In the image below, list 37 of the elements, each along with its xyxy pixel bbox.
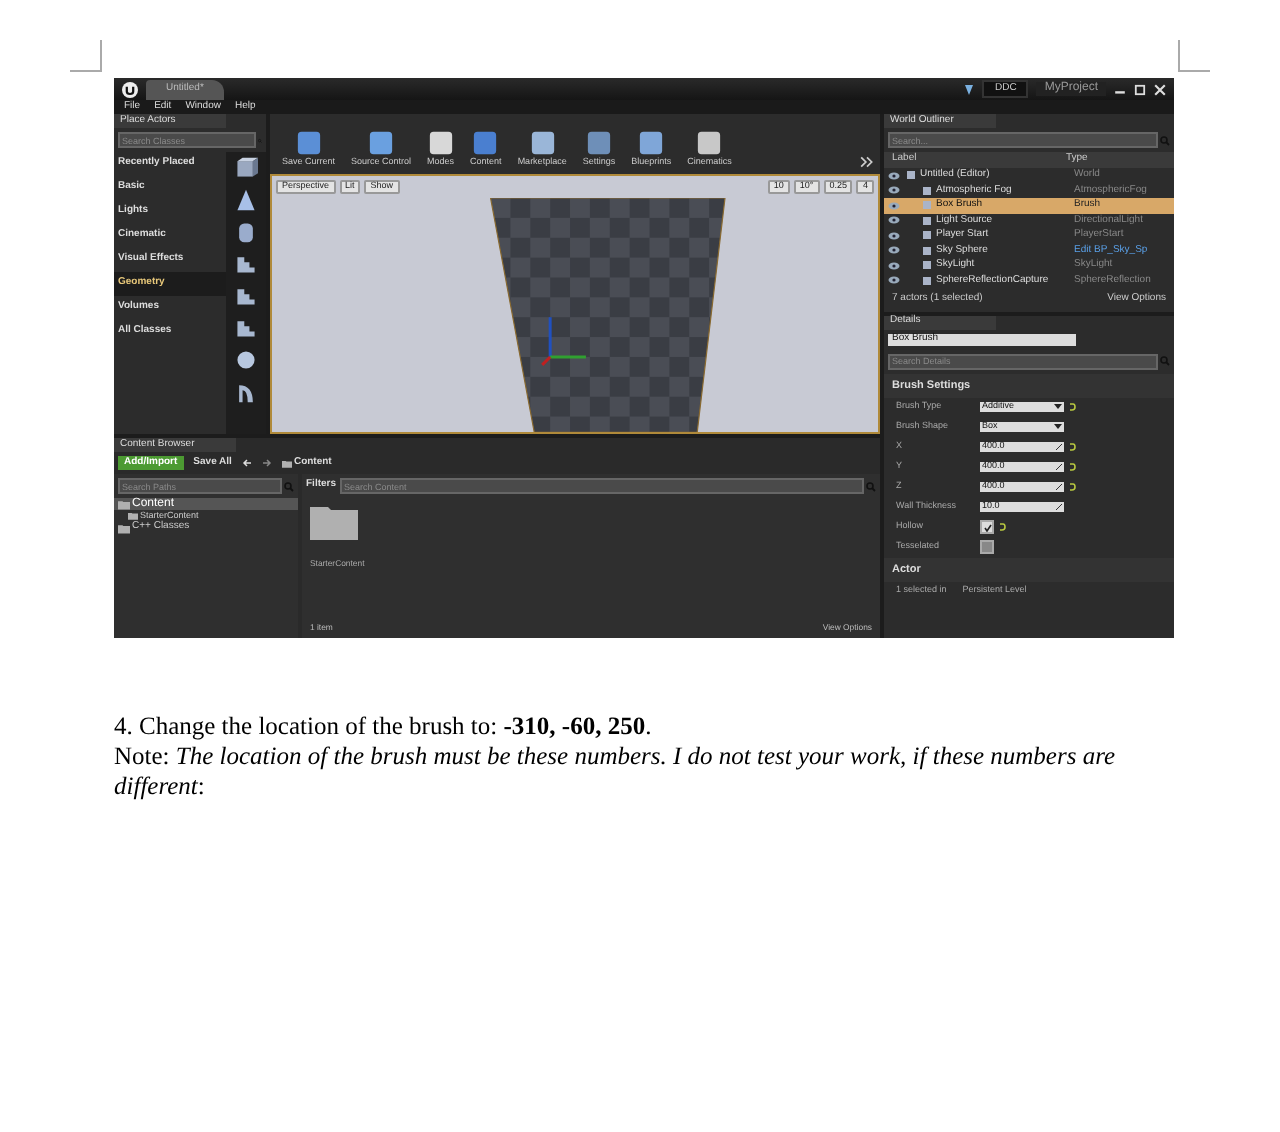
search-icon xyxy=(1160,356,1170,366)
eye-icon[interactable] xyxy=(888,276,900,285)
search-icon xyxy=(284,481,294,491)
cube-icon[interactable] xyxy=(234,156,258,180)
eye-icon[interactable] xyxy=(888,201,900,210)
close-icon[interactable] xyxy=(1154,83,1166,95)
sphere-icon[interactable] xyxy=(234,348,258,372)
eye-icon[interactable] xyxy=(888,171,900,180)
eye-icon[interactable] xyxy=(888,186,900,195)
forward-arrow-icon[interactable] xyxy=(261,458,272,468)
stairs-icon[interactable] xyxy=(234,316,258,340)
eye-icon[interactable] xyxy=(888,231,900,240)
back-arrow-icon[interactable] xyxy=(241,458,252,468)
eye-icon[interactable] xyxy=(888,216,900,225)
arch-icon[interactable] xyxy=(234,380,258,404)
corner-mark xyxy=(70,40,102,72)
pin-icon[interactable] xyxy=(964,83,975,95)
eye-icon[interactable] xyxy=(888,246,900,255)
cone-icon[interactable] xyxy=(234,188,258,212)
note-text: Note: The location of the brush must be these numbers. I do not test your work, if these numbers are different: xyxy=(114,742,1118,802)
maximize-icon[interactable] xyxy=(1134,83,1146,95)
eye-icon[interactable] xyxy=(888,261,900,270)
caret-icon xyxy=(1054,424,1062,431)
search-icon xyxy=(866,481,876,491)
cylinder-icon[interactable] xyxy=(234,220,258,244)
checkbox[interactable] xyxy=(980,540,994,555)
checkbox[interactable] xyxy=(980,520,994,535)
corner-mark xyxy=(1178,40,1210,72)
search-icon xyxy=(1160,135,1170,145)
stairs-icon[interactable] xyxy=(234,252,258,276)
folder-icon xyxy=(310,504,358,540)
caret-icon xyxy=(1054,404,1062,411)
chevron-icon[interactable] xyxy=(860,155,874,168)
axis-gizmo-icon xyxy=(541,316,586,366)
folder-icon xyxy=(281,459,292,467)
instruction-text: 4. Change the location of the brush to: -310, -60, 250. xyxy=(114,712,654,742)
stairs-icon[interactable] xyxy=(234,284,258,308)
